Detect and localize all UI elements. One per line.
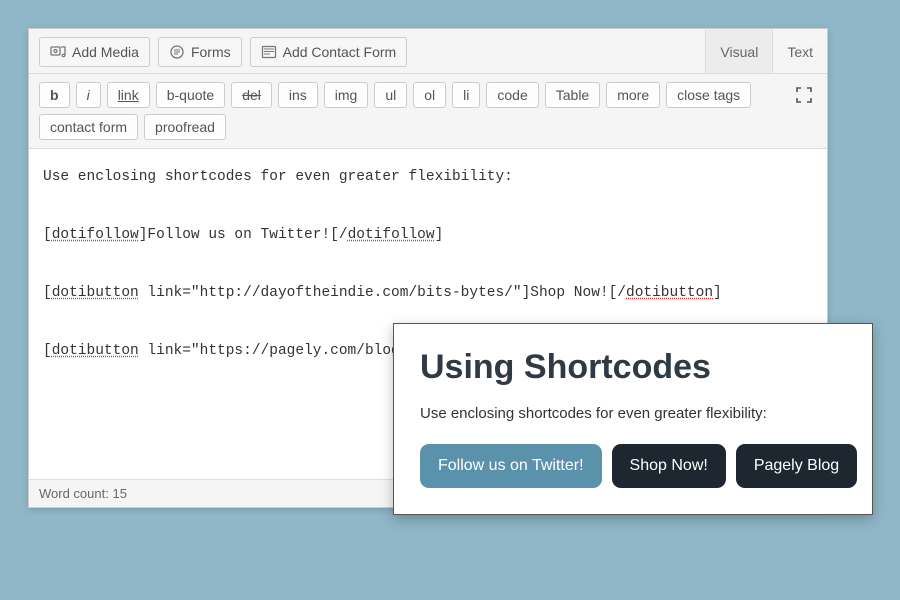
forms-icon — [169, 44, 185, 60]
quicktag-link[interactable]: link — [107, 82, 150, 108]
quicktags-toolbar: bilinkb-quotedelinsimgulollicode Tablemor… — [29, 74, 827, 149]
preview-title: Using Shortcodes — [420, 348, 846, 387]
quicktag-proofread[interactable]: proofread — [144, 114, 226, 140]
quicktag-code[interactable]: code — [486, 82, 538, 108]
editor-line — [43, 192, 813, 221]
fullscreen-icon[interactable] — [791, 82, 817, 108]
preview-button-2[interactable]: Pagely Blog — [736, 444, 857, 488]
preview-button-1[interactable]: Shop Now! — [612, 444, 726, 488]
preview-button-0[interactable]: Follow us on Twitter! — [420, 444, 602, 488]
forms-button[interactable]: Forms — [158, 37, 242, 67]
editor-line: [dotibutton link="http://dayoftheindie.c… — [43, 279, 813, 308]
contact-form-icon — [261, 44, 277, 60]
quicktag-close-tags[interactable]: close tags — [666, 82, 751, 108]
forms-label: Forms — [191, 44, 231, 60]
camera-music-icon — [50, 44, 66, 60]
quicktag-ol[interactable]: ol — [413, 82, 446, 108]
tab-text[interactable]: Text — [772, 29, 827, 73]
add-contact-form-label: Add Contact Form — [283, 44, 397, 60]
quicktag-ul[interactable]: ul — [374, 82, 407, 108]
quicktag-img[interactable]: img — [324, 82, 369, 108]
quicktag-Table[interactable]: Table — [545, 82, 600, 108]
tab-visual[interactable]: Visual — [705, 29, 772, 73]
quicktag-li[interactable]: li — [452, 82, 480, 108]
quicktag-more[interactable]: more — [606, 82, 660, 108]
quicktag-contact-form[interactable]: contact form — [39, 114, 138, 140]
quicktag-i[interactable]: i — [76, 82, 101, 108]
add-media-button[interactable]: Add Media — [39, 37, 150, 67]
quicktag-b[interactable]: b — [39, 82, 70, 108]
editor-line — [43, 250, 813, 279]
editor-line: Use enclosing shortcodes for even greate… — [43, 163, 813, 192]
editor-line: [dotifollow]Follow us on Twitter![/dotif… — [43, 221, 813, 250]
add-contact-form-button[interactable]: Add Contact Form — [250, 37, 408, 67]
preview-card: Using Shortcodes Use enclosing shortcode… — [393, 323, 873, 515]
add-media-label: Add Media — [72, 44, 139, 60]
word-count: Word count: 15 — [39, 486, 127, 501]
main-toolbar: Add Media Forms Add Contact Form Visual … — [29, 29, 827, 74]
preview-button-row: Follow us on Twitter!Shop Now!Pagely Blo… — [420, 444, 846, 488]
view-tabs: Visual Text — [705, 29, 827, 73]
quicktag-b-quote[interactable]: b-quote — [156, 82, 225, 108]
preview-paragraph: Use enclosing shortcodes for even greate… — [420, 405, 846, 422]
quicktag-ins[interactable]: ins — [278, 82, 318, 108]
quicktag-del[interactable]: del — [231, 82, 272, 108]
